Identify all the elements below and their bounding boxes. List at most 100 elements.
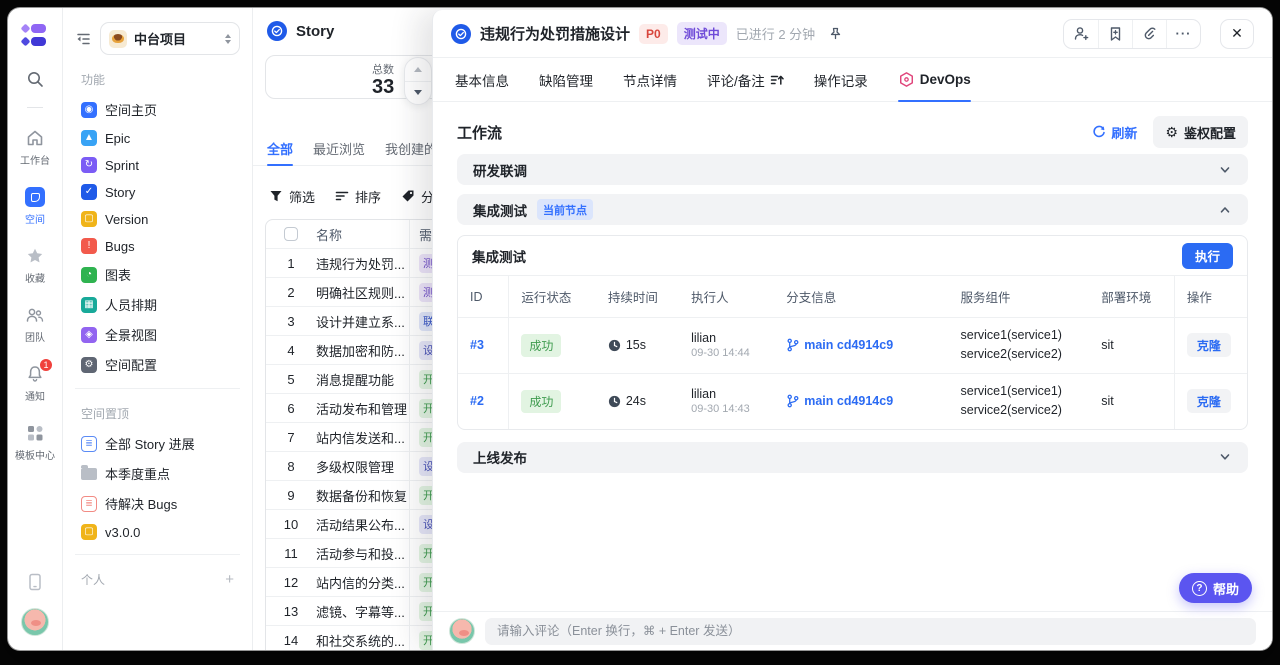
executor-name: lilian: [691, 387, 762, 401]
rail-item-favorites[interactable]: 收藏: [25, 246, 45, 285]
bugs-icon: !: [81, 238, 97, 254]
run-duration: 24s: [626, 394, 646, 408]
rail-item-workbench[interactable]: 工作台: [20, 128, 50, 167]
run-id-link[interactable]: #2: [470, 394, 484, 408]
question-icon: ?: [1192, 581, 1207, 596]
project-avatar: [109, 30, 127, 48]
more-icon[interactable]: ···: [1166, 20, 1200, 48]
user-avatar: [449, 618, 475, 644]
executor-name: lilian: [691, 331, 762, 345]
schedule-icon: ▦: [81, 297, 97, 313]
search-icon[interactable]: [26, 70, 45, 89]
run-status-badge: 成功: [521, 334, 561, 357]
auth-config-button[interactable]: ⚙鉴权配置: [1153, 116, 1248, 148]
status-badge: 测试中: [677, 22, 727, 45]
run-duration: 15s: [626, 338, 646, 352]
notification-badge: 1: [39, 358, 53, 372]
stepper-down-button[interactable]: [405, 82, 431, 105]
rail-item-team[interactable]: 团队: [25, 305, 45, 344]
rail-item-notifications[interactable]: 1 通知: [25, 364, 45, 403]
stage-dev-joint-debug[interactable]: 研发联调: [457, 154, 1248, 185]
tab-created-by-me[interactable]: 我创建的: [385, 132, 437, 165]
sidebar-item-panorama[interactable]: ◈全景视图: [75, 321, 240, 348]
tab-devops[interactable]: DevOps: [898, 58, 971, 101]
tab-basic-info[interactable]: 基本信息: [455, 58, 509, 101]
sidebar-item-space-config[interactable]: ⚙空间配置: [75, 351, 240, 378]
devops-tab-content: 工作流 刷新 ⚙鉴权配置 研发联调 集成测试 当前节点 集成测试 执行: [433, 102, 1272, 611]
tag-icon: [401, 189, 415, 203]
clock-icon: [608, 339, 621, 352]
workflow-title: 工作流: [457, 122, 502, 143]
stage-integration-test[interactable]: 集成测试 当前节点: [457, 194, 1248, 225]
sort-button[interactable]: 排序: [335, 187, 381, 206]
app-window: 工作台 空间 收藏 团队 1 通知 模板中心: [8, 8, 1272, 650]
rail-item-label: 模板中心: [15, 447, 55, 462]
sidebar-item-epic[interactable]: ▲Epic: [75, 126, 240, 150]
comment-input[interactable]: [485, 618, 1256, 645]
deploy-env: sit: [1101, 394, 1114, 408]
clone-button[interactable]: 克隆: [1187, 389, 1231, 413]
add-member-icon[interactable]: [1064, 20, 1098, 48]
app-logo-icon[interactable]: [22, 24, 48, 46]
clock-icon: [608, 395, 621, 408]
rail-item-space[interactable]: 空间: [25, 187, 45, 226]
rail-item-label: 空间: [25, 211, 45, 226]
tab-defects[interactable]: 缺陷管理: [539, 58, 593, 101]
funnel-icon: [269, 189, 283, 203]
stage-release[interactable]: 上线发布: [457, 442, 1248, 473]
rail-item-templates[interactable]: 模板中心: [15, 423, 55, 462]
collapse-sidebar-icon[interactable]: [75, 30, 92, 47]
select-all-checkbox[interactable]: [284, 227, 298, 241]
executor-time: 09-30 14:43: [691, 403, 762, 415]
pipeline-row: #2 成功 24s lilian09-30 14:43 main cd4914c…: [458, 373, 1247, 428]
sidebar-item-bugs[interactable]: !Bugs: [75, 234, 240, 258]
space-home-icon: ◉: [81, 102, 97, 118]
sidebar-item-open-bugs[interactable]: ≣待解决 Bugs: [75, 490, 240, 517]
sidebar-item-space-home[interactable]: ◉空间主页: [75, 96, 240, 123]
sidebar-item-story[interactable]: ✓Story: [75, 180, 240, 204]
run-button[interactable]: 执行: [1182, 243, 1233, 269]
sidebar-item-all-story-progress[interactable]: ≣全部 Story 进展: [75, 430, 240, 457]
project-sidebar: 中台项目 功能 ◉空间主页 ▲Epic ↻Sprint ✓Story ▢Vers…: [63, 8, 253, 650]
clone-button[interactable]: 克隆: [1187, 333, 1231, 357]
tab-all[interactable]: 全部: [267, 132, 293, 165]
close-icon[interactable]: ✕: [1220, 19, 1254, 49]
sort-asc-icon: [770, 73, 784, 87]
charts-icon: ◔: [81, 267, 97, 283]
run-id-link[interactable]: #3: [470, 338, 484, 352]
sidebar-item-charts[interactable]: ◔图表: [75, 261, 240, 288]
bell-icon: 1: [25, 364, 45, 384]
bookmark-add-icon[interactable]: [1098, 20, 1132, 48]
refresh-button[interactable]: 刷新: [1092, 123, 1137, 142]
pipeline-row: #3 成功 15s lilian09-30 14:44 main cd4914c…: [458, 318, 1247, 374]
project-selector[interactable]: 中台项目: [100, 22, 240, 55]
pin-icon[interactable]: [828, 26, 843, 41]
sidebar-item-quarter-focus[interactable]: 本季度重点: [75, 460, 240, 487]
user-avatar[interactable]: [21, 608, 49, 636]
git-branch-icon: [786, 394, 799, 408]
add-personal-icon[interactable]: +: [225, 571, 234, 588]
link-icon[interactable]: [1132, 20, 1166, 48]
tab-recent[interactable]: 最近浏览: [313, 132, 365, 165]
sidebar-item-version[interactable]: ▢Version: [75, 207, 240, 231]
tab-comments[interactable]: 评论/备注: [707, 58, 784, 101]
integration-test-card: 集成测试 执行 ID 运行状态 持续时间 执行人 分支信息 服务组件 部署环境: [457, 235, 1248, 430]
mobile-icon[interactable]: [26, 572, 44, 592]
drawer-header: 违规行为处罚措施设计 P0 测试中 已进行 2 分钟 ··· ✕: [433, 10, 1272, 57]
help-button[interactable]: ? 帮助: [1179, 573, 1252, 603]
branch-link[interactable]: main cd4914c9: [786, 394, 936, 408]
story-type-icon: [451, 24, 471, 44]
story-type-icon: [267, 21, 287, 41]
bugs-list-icon: ≣: [81, 496, 97, 512]
card-stepper: [404, 57, 432, 105]
filter-button[interactable]: 筛选: [269, 187, 315, 206]
branch-link[interactable]: main cd4914c9: [786, 338, 936, 352]
sidebar-item-schedule[interactable]: ▦人员排期: [75, 291, 240, 318]
devops-icon: [898, 71, 915, 88]
stepper-up-button[interactable]: [405, 58, 431, 82]
tab-activity-log[interactable]: 操作记录: [814, 58, 868, 101]
tab-node-detail[interactable]: 节点详情: [623, 58, 677, 101]
sidebar-item-v300[interactable]: ▢v3.0.0: [75, 520, 240, 544]
sidebar-item-sprint[interactable]: ↻Sprint: [75, 153, 240, 177]
version-icon: ▢: [81, 211, 97, 227]
